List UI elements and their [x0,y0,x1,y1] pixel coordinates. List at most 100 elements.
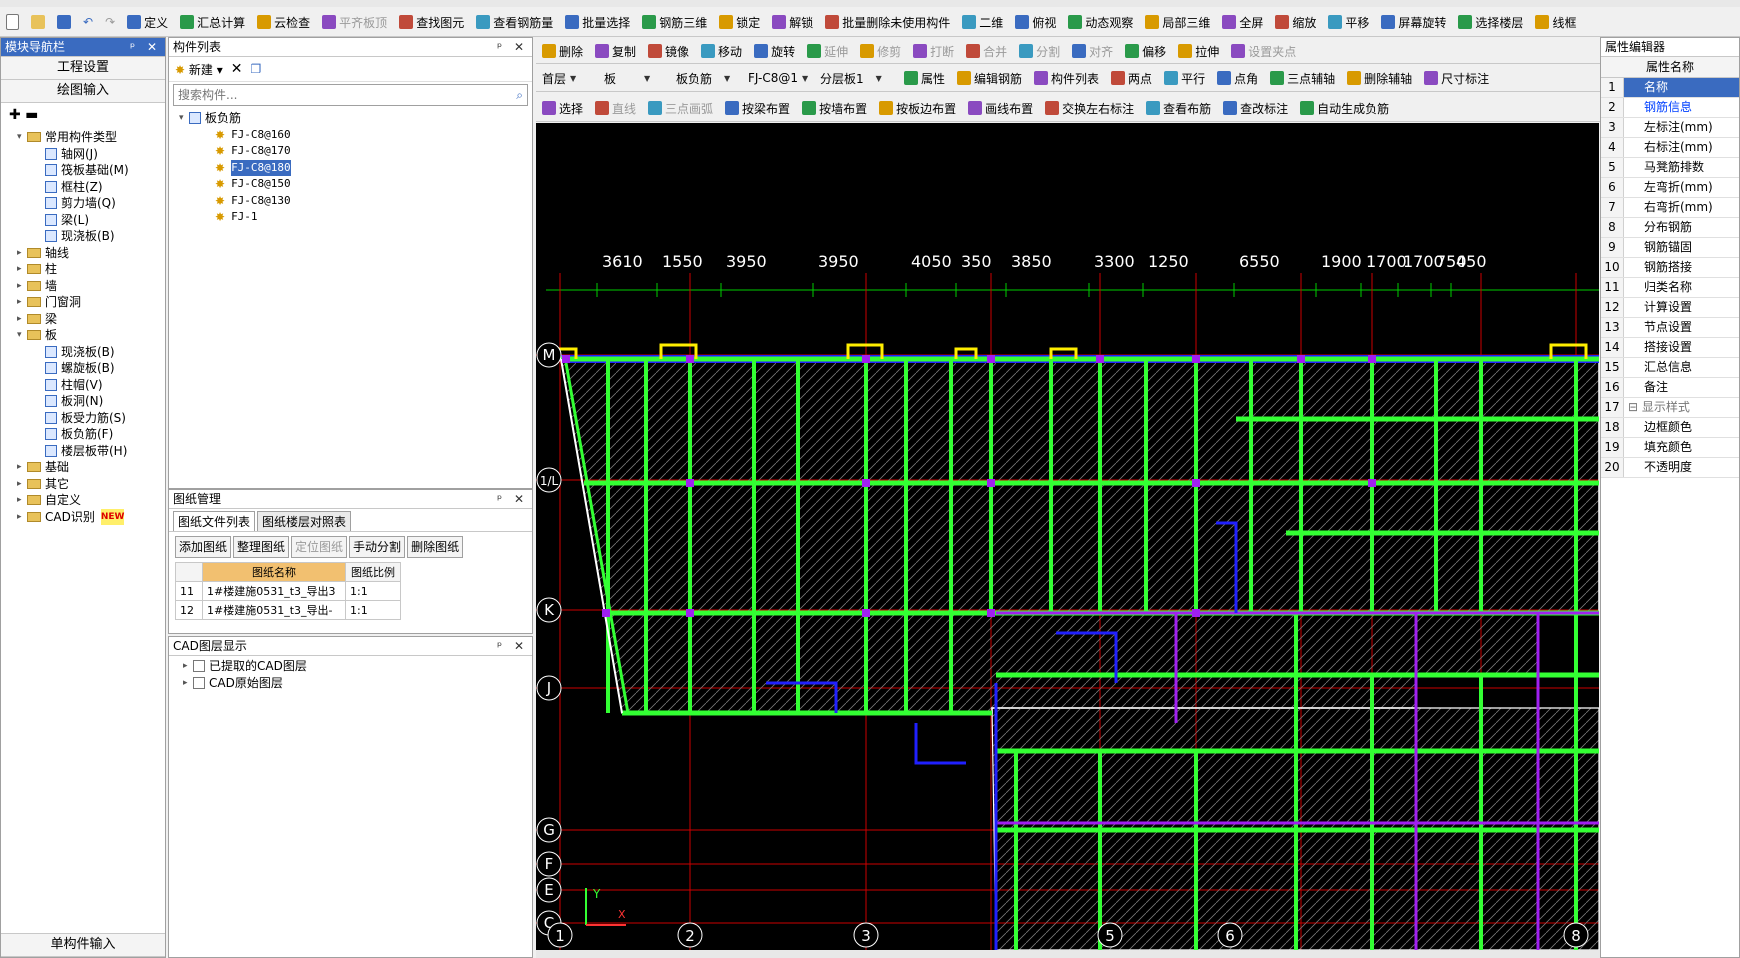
search-icon[interactable]: ⌕ [512,88,527,103]
toolbar1-button-1[interactable]: 汇总计算 [174,12,251,32]
edit-button-6[interactable]: 修剪 [854,41,907,61]
nav-tree-item[interactable]: 板受力筋(S) [3,410,165,427]
tree-expander-icon[interactable]: ▸ [17,492,27,508]
edit-button-13[interactable]: 设置夹点 [1225,41,1302,61]
edit-button-9[interactable]: 分割 [1013,41,1066,61]
project-settings-button[interactable]: 工程设置 [1,57,165,80]
toolbar1-button-6[interactable]: 批量选择 [559,12,636,32]
nav-tree-item[interactable]: 楼层板带(H) [3,443,165,460]
edit-button-4[interactable]: 旋转 [748,41,801,61]
view-button-4[interactable]: 平行 [1158,68,1211,88]
toolbar1-button-10[interactable]: 批量删除未使用构件 [819,12,956,32]
draw-button-3[interactable]: 按梁布置 [719,98,796,118]
nav-tree-item[interactable]: 现浇板(B) [3,344,165,361]
tree-expander-icon[interactable]: ▸ [17,278,27,294]
nav-tree-item[interactable]: 剪力墙(Q) [3,195,165,212]
view-button-5[interactable]: 点角 [1211,68,1264,88]
cad-layer-item[interactable]: ▸ 已提取的CAD图层 [183,658,532,675]
edit-button-8[interactable]: 合并 [960,41,1013,61]
component-item[interactable]: ✸ FJ-1 [179,209,532,226]
toolbar1-button-0[interactable]: 定义 [121,12,174,32]
nav-tree-item[interactable]: ▾ 常用构件类型 [3,129,165,146]
drawing-table-header[interactable]: 图纸名称 [202,562,346,582]
toolbar1-button-7[interactable]: 钢筋三维 [636,12,713,32]
draw-button-8[interactable]: 查看布筋 [1140,98,1217,118]
toolbar1-button-15[interactable]: 全屏 [1216,12,1269,32]
redo-icon[interactable]: ↷ [99,12,121,32]
tree-expander-icon[interactable]: ▸ [17,476,27,492]
nav-tree-item[interactable]: ▸ 自定义 [3,492,165,509]
tree-expander-icon[interactable]: ▾ [179,110,189,126]
nav-tree-item[interactable]: ▸ 其它 [3,476,165,493]
toolbar1-button-8[interactable]: 锁定 [713,12,766,32]
floor-select[interactable]: 首层 ▼ [536,70,598,87]
toolbar1-button-11[interactable]: 二维 [956,12,1009,32]
property-row[interactable]: 11 归类名称 [1601,278,1739,298]
table-row[interactable]: 12 1#楼建施0531_t3_导出- 1:1 [175,600,401,620]
nav-tree-item[interactable]: 框柱(Z) [3,179,165,196]
property-row[interactable]: 8 分布钢筋 [1601,218,1739,238]
toolbar1-button-3[interactable]: 平齐板顶 [316,12,393,32]
property-row[interactable]: 15 汇总信息 [1601,358,1739,378]
delete-component-icon[interactable]: ✕ [231,61,243,77]
edit-button-3[interactable]: 移动 [695,41,748,61]
edit-button-0[interactable]: 删除 [536,41,589,61]
draw-button-10[interactable]: 自动生成负筋 [1294,98,1395,118]
toolbar1-button-14[interactable]: 局部三维 [1139,12,1216,32]
expand-collapse-icons[interactable]: ✚ ▬ [1,103,165,127]
nav-tree-item[interactable]: ▸ 梁 [3,311,165,328]
edit-button-2[interactable]: 镜像 [642,41,695,61]
draw-button-0[interactable]: 选择 [536,98,589,118]
draw-button-7[interactable]: 交换左右标注 [1039,98,1140,118]
open-file-icon[interactable] [25,12,51,32]
toolbar1-button-17[interactable]: 平移 [1322,12,1375,32]
tree-expander-icon[interactable]: ▾ [17,327,27,343]
component-item[interactable]: ✸ FJ-C8@150 [179,176,532,193]
copy-component-icon[interactable]: ❐ [250,62,261,76]
drawing-tab[interactable]: 图纸文件列表 [173,511,256,531]
view-button-8[interactable]: 尺寸标注 [1418,68,1495,88]
cad-layer-item[interactable]: ▸ CAD原始图层 [183,675,532,692]
view-button-6[interactable]: 三点辅轴 [1264,68,1341,88]
view-button-3[interactable]: 两点 [1105,68,1158,88]
tree-expander-icon[interactable]: ▸ [183,675,193,691]
draw-button-2[interactable]: 三点画弧 [642,98,719,118]
property-row[interactable]: 7 右弯折(mm) [1601,198,1739,218]
draw-button-6[interactable]: 画线布置 [962,98,1039,118]
tree-expander-icon[interactable]: ▸ [17,311,27,327]
nav-tree-item[interactable]: 现浇板(B) [3,228,165,245]
nav-tree-item[interactable]: ▸ 门窗洞 [3,294,165,311]
tree-expander-icon[interactable]: ▸ [17,294,27,310]
nav-tree-item[interactable]: 轴网(J) [3,146,165,163]
property-row[interactable]: 13 节点设置 [1601,318,1739,338]
view-button-2[interactable]: 构件列表 [1028,68,1105,88]
tree-expander-icon[interactable]: ▾ [17,129,27,145]
new-file-icon[interactable] [0,12,25,32]
drawing-action-button[interactable]: 删除图纸 [407,536,464,558]
property-row[interactable]: 2 钢筋信息 [1601,98,1739,118]
drawing-action-button[interactable]: 整理图纸 [233,536,290,558]
property-row[interactable]: 5 马凳筋排数 [1601,158,1739,178]
toolbar1-button-9[interactable]: 解锁 [766,12,819,32]
component-tree-root[interactable]: ▾ 板负筋 [179,110,532,127]
drawing-action-button[interactable]: 手动分割 [349,536,406,558]
toolbar1-button-19[interactable]: 选择楼层 [1452,12,1529,32]
tree-expander-icon[interactable]: ▸ [17,509,27,525]
drawing-tab[interactable]: 图纸楼层对照表 [257,511,352,531]
checkbox-icon[interactable] [193,660,205,673]
type-select[interactable]: 板 ▼ [598,70,670,87]
save-icon[interactable] [51,12,77,32]
drawing-action-button[interactable]: 定位图纸 [291,536,348,558]
toolbar1-button-12[interactable]: 俯视 [1009,12,1062,32]
toolbar1-button-2[interactable]: 云检查 [251,12,316,32]
drawing-table-header[interactable] [175,562,203,582]
nav-tree-item[interactable]: ▸ CAD识别 NEW [3,508,165,526]
nav-tree-item[interactable]: ▸ 轴线 [3,245,165,262]
checkbox-icon[interactable] [193,676,205,689]
nav-tree-item[interactable]: ▸ 墙 [3,278,165,295]
component-item[interactable]: ✸ FJ-C8@180 [179,159,532,177]
table-row[interactable]: 11 1#楼建施0531_t3_导出3 1:1 [175,581,401,601]
view-button-1[interactable]: 编辑钢筋 [951,68,1028,88]
draw-button-9[interactable]: 查改标注 [1217,98,1294,118]
toolbar1-button-4[interactable]: 查找图元 [393,12,470,32]
